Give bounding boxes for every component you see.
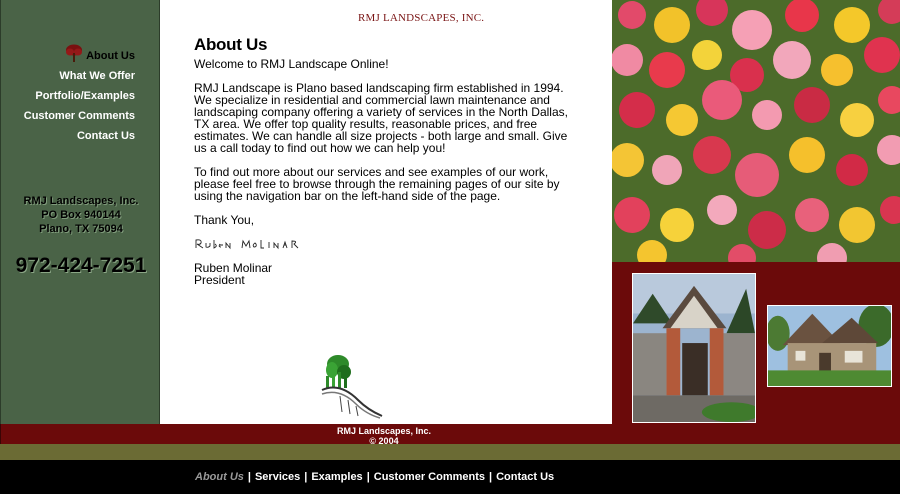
company-address: RMJ Landscapes, Inc. PO Box 940144 Plano…: [1, 194, 161, 236]
bottom-nav-customer-comments[interactable]: Customer Comments: [374, 471, 485, 483]
signer-role: President: [194, 273, 245, 287]
logo-text: RMJ LANDSCAPES, INC.: [358, 12, 485, 24]
sidebar-nav: About Us What We Offer Portfolio/Example…: [24, 44, 135, 146]
house-photo-cottage: [767, 305, 892, 387]
footer-copyright: RMJ Landscapes, Inc. © 2004: [0, 426, 768, 446]
footer-company: RMJ Landscapes, Inc.: [336, 426, 432, 436]
separator: |: [366, 471, 370, 483]
signature-image: [195, 239, 299, 250]
sidebar-item-about-us[interactable]: About Us: [24, 44, 135, 66]
page-title: About Us: [194, 35, 268, 54]
address-po-box: PO Box 940144: [41, 209, 121, 221]
left-sidebar: About Us What We Offer Portfolio/Example…: [0, 0, 160, 424]
bottom-nav-contact-us[interactable]: Contact Us: [496, 471, 554, 483]
bottom-nav: About Us | Services | Examples | Customer Comm…: [0, 460, 900, 494]
separator: |: [304, 471, 308, 483]
closing-text: Thank You,: [194, 213, 255, 227]
tree-icon: [66, 44, 83, 62]
sidebar-item-customer-comments[interactable]: Customer Comments: [24, 106, 135, 126]
sidebar-item-what-we-offer[interactable]: What We Offer: [24, 66, 135, 86]
bottom-nav-services[interactable]: Services: [255, 471, 300, 483]
phone-number: 972-424-7251: [15, 254, 147, 277]
footer-divider: [0, 444, 900, 460]
sidebar-item-label: About Us: [86, 50, 135, 62]
company-logo-graphic: [321, 355, 383, 419]
separator: |: [247, 471, 251, 483]
sidebar-item-portfolio[interactable]: Portfolio/Examples: [24, 86, 135, 106]
address-city: Plano, TX 75094: [39, 223, 123, 235]
main-content: About Us Welcome to RMJ Landscape Online…: [160, 0, 612, 424]
bottom-nav-about-us[interactable]: About Us: [195, 471, 244, 483]
intro-paragraph: RMJ Landscape is Plano based landscaping…: [194, 81, 568, 155]
address-company: RMJ Landscapes, Inc.: [23, 195, 139, 207]
bottom-nav-links: About Us | Services | Examples | Customer Comm…: [195, 471, 554, 483]
browse-paragraph: To find out more about our services and …: [194, 165, 560, 203]
sidebar-item-contact-us[interactable]: Contact Us: [24, 126, 135, 146]
house-photo-entrance: [632, 273, 756, 423]
signer-name: Ruben Molinar: [194, 261, 273, 275]
flowers-photo: [612, 0, 900, 262]
photo-column: [612, 0, 900, 424]
bottom-nav-examples[interactable]: Examples: [311, 471, 362, 483]
welcome-text: Welcome to RMJ Landscape Online!: [194, 57, 389, 71]
separator: |: [489, 471, 493, 483]
